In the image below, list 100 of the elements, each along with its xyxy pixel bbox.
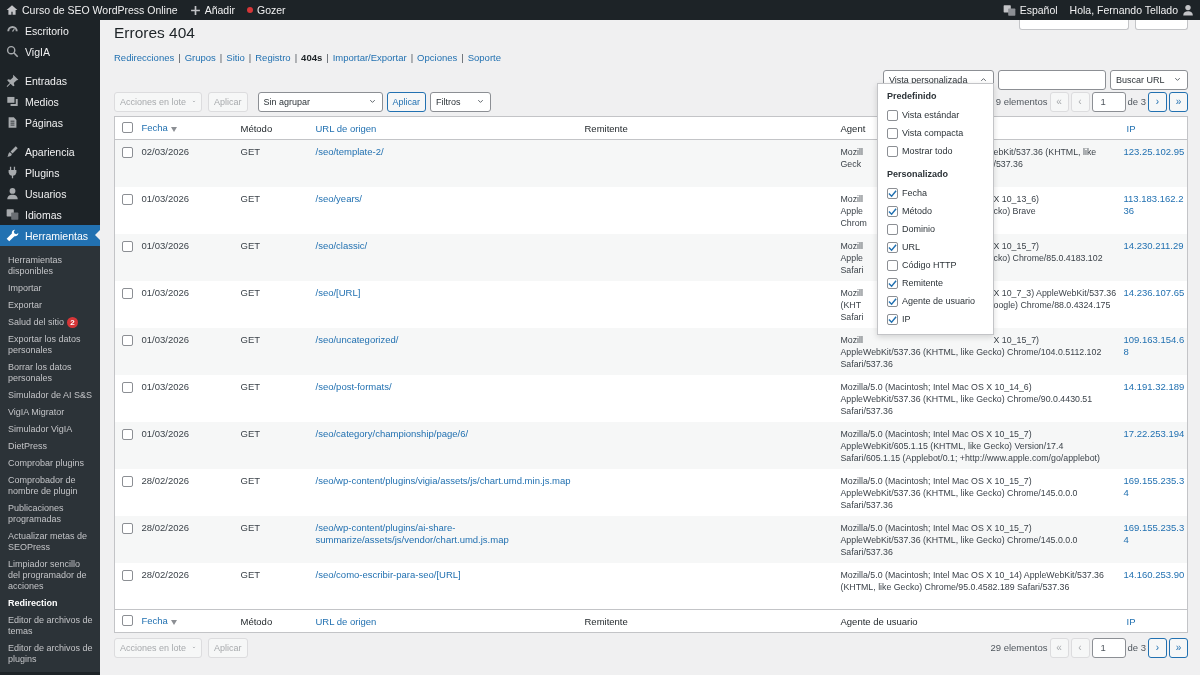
sidebar-item[interactable]: Usuarios (0, 183, 100, 204)
checkbox[interactable] (887, 295, 898, 307)
checkbox[interactable] (887, 205, 898, 217)
submenu-item[interactable]: Importar (0, 280, 100, 297)
screen-options-tab[interactable] (1019, 20, 1129, 30)
subnav-link[interactable]: Importar/Exportar (332, 51, 407, 63)
row-checkbox[interactable] (122, 240, 133, 252)
url-link[interactable]: /seo/post-formats/ (315, 380, 575, 393)
page-number-field[interactable]: 1 (1091, 91, 1126, 112)
submenu-item[interactable]: Redirection (0, 595, 100, 612)
submenu-item[interactable]: Editor de archivos de plugins (0, 640, 100, 668)
submenu-item[interactable]: Exportar los datos personales (0, 331, 100, 359)
ip-link[interactable]: 14.160.253.90 (1123, 568, 1185, 581)
submenu-item[interactable]: DietPress (0, 438, 100, 455)
ip-link[interactable]: 14.236.107.65 (1123, 286, 1185, 299)
submenu-item[interactable]: Publicaciones programadas (0, 500, 100, 528)
page-button[interactable]: › (1148, 637, 1167, 658)
submenu-item[interactable]: Simulador VigIA (0, 421, 100, 438)
sidebar-item[interactable]: Páginas (0, 112, 100, 133)
sidebar-item[interactable]: Escritorio (0, 20, 100, 41)
search-field[interactable] (998, 69, 1106, 90)
search-icon (6, 45, 19, 58)
ip-link[interactable]: 113.183.162.236 (1123, 192, 1185, 217)
row-checkbox[interactable] (122, 381, 133, 393)
account-link[interactable]: Hola, Fernando Tellado (1069, 4, 1178, 16)
checkbox[interactable] (887, 259, 898, 271)
submenu-item[interactable]: Comprobar plugins (0, 455, 100, 472)
ip-link[interactable]: 14.191.32.189 (1123, 380, 1185, 393)
select-all-checkbox[interactable] (122, 122, 133, 133)
column-sort-link[interactable]: Fecha (141, 122, 168, 133)
filters-button[interactable]: Filtros (430, 91, 492, 112)
checkbox[interactable] (887, 313, 898, 325)
sidebar-item[interactable]: Idiomas (0, 204, 100, 225)
submenu-item[interactable]: Actualizar metas de SEOPress (0, 528, 100, 556)
site-name-link[interactable]: Curso de SEO WordPress Online (22, 4, 178, 16)
checkbox-label: Mostrar todo (902, 146, 953, 156)
submenu-item[interactable]: Comprobador de nombre de plugin (0, 472, 100, 500)
submenu-item[interactable]: Salud del sitio 2 (0, 314, 100, 331)
apply-button[interactable]: Aplicar (386, 91, 427, 112)
url-link[interactable]: /seo/como-escribir-para-seo/[URL] (315, 568, 575, 581)
column-sort-link[interactable]: URL de origen (315, 122, 377, 134)
row-checkbox[interactable] (122, 147, 133, 158)
checkbox[interactable] (887, 277, 898, 289)
row-checkbox[interactable] (122, 522, 133, 534)
submenu-item[interactable]: Simulador de AI S&S (0, 387, 100, 404)
sidebar-item[interactable]: Plugins (0, 162, 100, 183)
checkbox[interactable] (887, 127, 898, 139)
language-link[interactable]: Español (1019, 4, 1058, 16)
submenu-item[interactable]: Borrar los datos personales (0, 359, 100, 387)
select-all-checkbox[interactable] (122, 615, 133, 626)
subnav-link[interactable]: Registro (255, 51, 291, 63)
submenu-item[interactable]: Herramientas disponibles (0, 252, 100, 280)
checkbox[interactable] (887, 145, 898, 157)
row-checkbox[interactable] (122, 475, 133, 487)
page-button[interactable]: » (1169, 637, 1188, 658)
checkbox[interactable] (887, 241, 898, 253)
subnav-link[interactable]: 404s (301, 51, 323, 63)
row-checkbox[interactable] (122, 334, 133, 346)
subnav-link[interactable]: Sitio (226, 51, 245, 63)
column-sort-link[interactable]: URL de origen (315, 615, 377, 627)
group-select[interactable]: Sin agrupar (257, 91, 383, 112)
ip-link[interactable]: 169.155.235.34 (1123, 474, 1185, 499)
subnav-link[interactable]: Redirecciones (114, 51, 175, 63)
search-type-button[interactable]: Buscar URL (1110, 69, 1188, 90)
sidebar-item[interactable]: Medios (0, 91, 100, 112)
checkbox-label: Dominio (902, 224, 935, 234)
page-button[interactable]: › (1148, 91, 1167, 112)
sidebar-item[interactable]: Entradas (0, 70, 100, 91)
submenu-item[interactable]: Editor de archivos de temas (0, 612, 100, 640)
sidebar-item[interactable]: Apariencia (0, 141, 100, 162)
page-button[interactable]: » (1169, 91, 1188, 112)
user-agent-text: X 10_15_7) (993, 333, 1039, 346)
subnav-link[interactable]: Opciones (417, 51, 458, 63)
user-agent-text: Safari/537.36 (840, 405, 893, 416)
row-checkbox[interactable] (122, 287, 133, 299)
sidebar-item[interactable]: Herramientas (0, 225, 100, 246)
subnav-link[interactable]: Grupos (184, 51, 216, 63)
checkbox[interactable] (887, 223, 898, 235)
checkbox[interactable] (887, 109, 898, 121)
new-content-link[interactable]: Añadir (204, 4, 235, 16)
row-checkbox[interactable] (122, 569, 133, 581)
help-tab[interactable] (1135, 20, 1188, 30)
row-checkbox[interactable] (122, 428, 133, 440)
submenu-item[interactable]: Limpiador sencillo del programador de acciones (0, 556, 100, 595)
url-link[interactable]: /seo/wp-content/plugins/vigia/assets/js/chart.umd.min.js.map (315, 474, 575, 487)
column-sort-link[interactable]: IP (1126, 122, 1136, 134)
checkbox[interactable] (887, 187, 898, 199)
plugin-menu-link[interactable]: Gozer (257, 4, 286, 16)
url-link[interactable]: /seo/years/ (315, 192, 575, 205)
column-sort-link[interactable]: Fecha (141, 615, 168, 626)
column-header: Remitente (584, 615, 628, 627)
submenu-item[interactable]: VigIA Migrator (0, 404, 100, 421)
column-header: Método (240, 122, 273, 134)
sidebar-item[interactable]: VigIA (0, 41, 100, 62)
page-number-field[interactable]: 1 (1091, 637, 1126, 658)
column-sort-link[interactable]: IP (1126, 615, 1136, 627)
submenu-item[interactable]: Exportar (0, 297, 100, 314)
url-link[interactable]: /seo/[URL] (315, 286, 575, 299)
subnav-link[interactable]: Soporte (467, 51, 501, 63)
row-checkbox[interactable] (122, 193, 133, 205)
